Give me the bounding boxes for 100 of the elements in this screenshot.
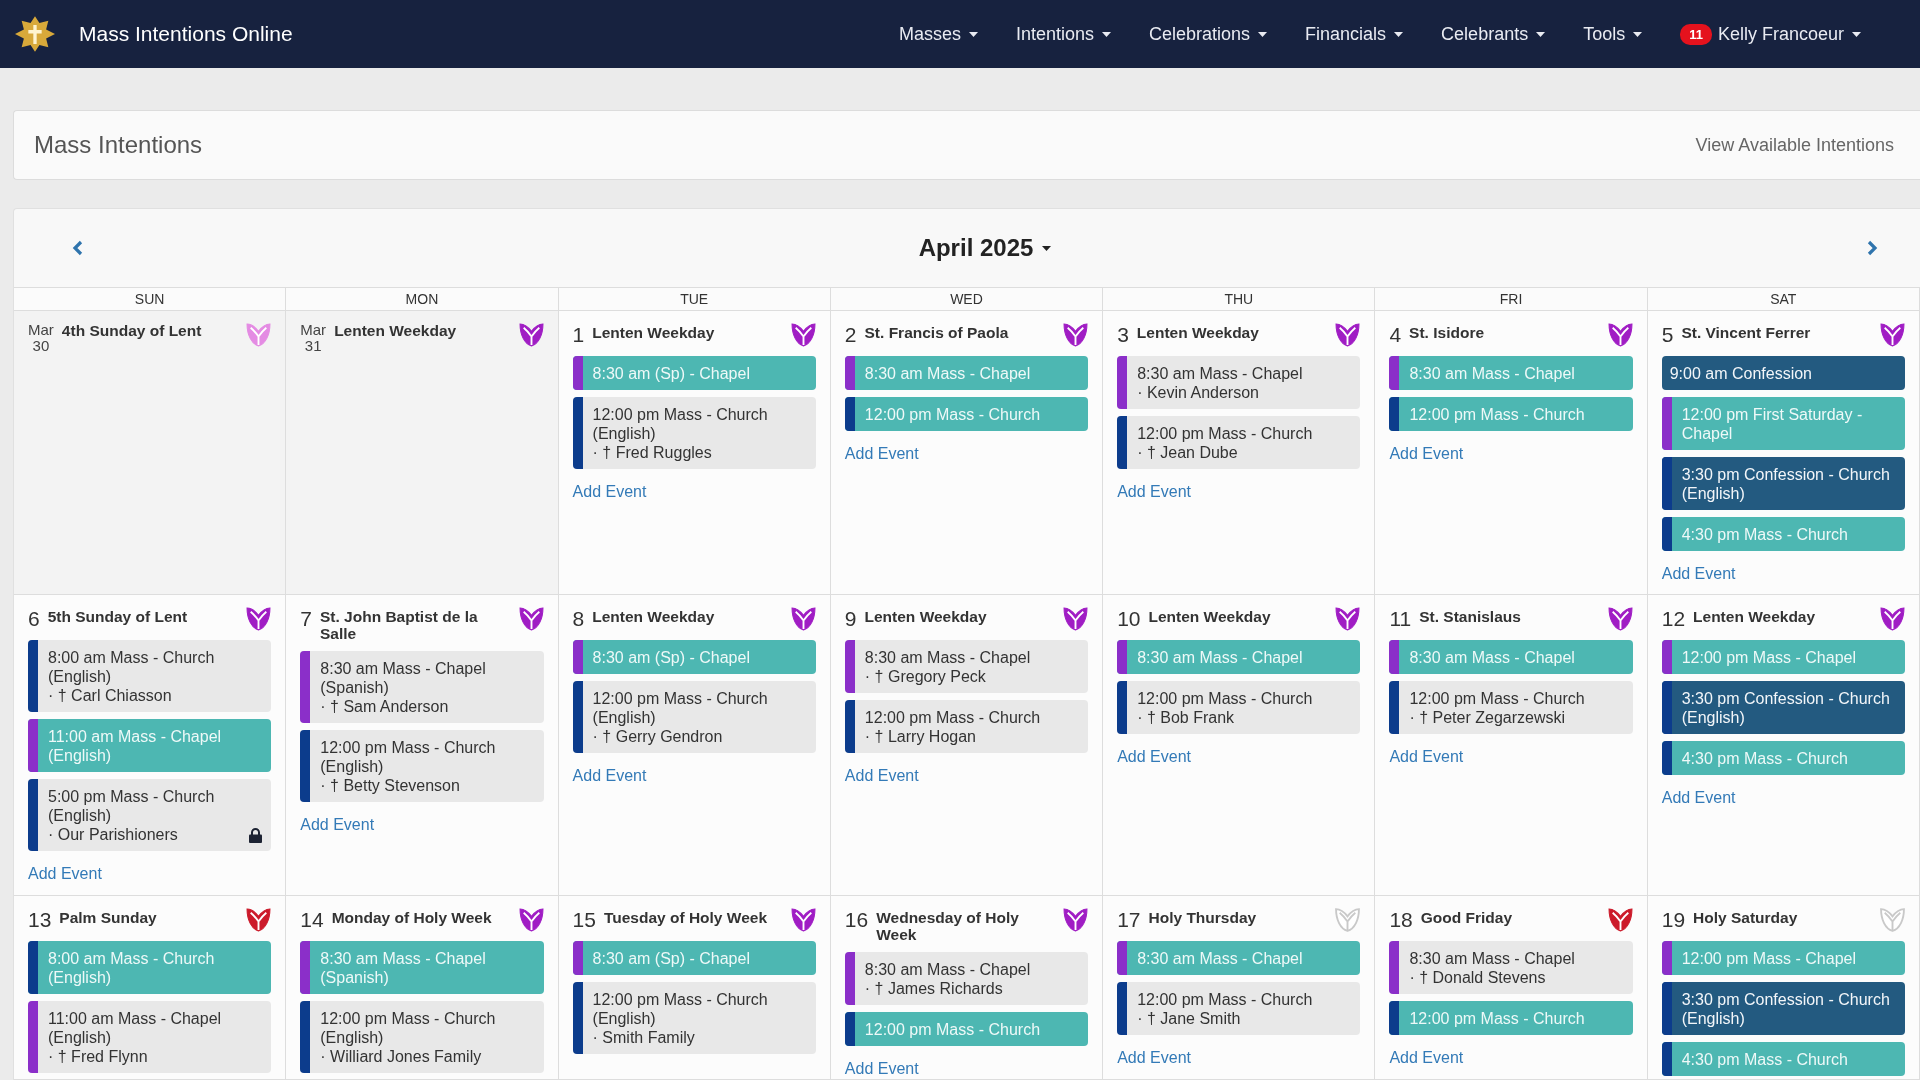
intention-text: · † Sam Anderson bbox=[320, 696, 450, 716]
event-title: 12:00 pm Mass - Chapel bbox=[1681, 948, 1857, 968]
add-event-link[interactable]: Add Event bbox=[300, 815, 375, 835]
event-card[interactable]: 12:00 pm Mass - Church (English) · Williard Jones Family bbox=[300, 1001, 544, 1073]
event-title: 12:00 pm Mass - Church bbox=[1409, 1008, 1586, 1028]
feast-title: St. John Baptist de la Salle bbox=[319, 608, 479, 642]
view-available-intentions-link[interactable]: View Available Intentions bbox=[1695, 134, 1894, 156]
event-card[interactable]: 12:00 pm Mass - Church (English) · Smith Family bbox=[572, 982, 816, 1054]
add-event-link[interactable]: Add Event bbox=[1389, 444, 1464, 464]
chevron-left-icon bbox=[72, 240, 83, 256]
nav-menu-button[interactable]: Celebrants bbox=[1422, 17, 1565, 51]
event-card[interactable]: 12:00 pm Mass - Church (English) · † Fred Ruggles bbox=[572, 397, 816, 469]
event-title: 8:30 am Mass - Chapel bbox=[1137, 363, 1304, 383]
event-card[interactable]: 8:30 am Mass - Chapel · † Donald Stevens bbox=[1389, 941, 1633, 994]
feast-title: 4th Sunday of Lent bbox=[61, 322, 203, 339]
event-title: 12:00 pm First Saturday - Chapel bbox=[1681, 404, 1864, 443]
event-card[interactable]: 12:00 pm Mass - Church · † Jean Dube bbox=[1117, 416, 1361, 469]
event-card[interactable]: 3:30 pm Confession - Church (English) bbox=[1661, 457, 1905, 510]
page-title: Mass Intentions bbox=[34, 131, 203, 159]
add-event-link[interactable]: Add Event bbox=[1117, 482, 1191, 502]
event-title: 8:30 am Mass - Chapel (Spanish) bbox=[320, 948, 487, 987]
day-number: 31 bbox=[304, 338, 322, 354]
event-title: 8:30 am Mass - Chapel bbox=[1409, 363, 1576, 383]
nav-menu-button[interactable]: Celebrations bbox=[1130, 17, 1287, 51]
event-card[interactable]: 12:00 pm Mass - Church (English) · † Gerry Gendron bbox=[572, 681, 816, 753]
event-card[interactable]: 8:30 am Mass - Chapel · † Gregory Peck bbox=[844, 640, 1089, 693]
caret-icon bbox=[1394, 31, 1404, 37]
brand-name[interactable]: Mass Intentions Online bbox=[79, 22, 293, 46]
add-event-link[interactable]: Add Event bbox=[572, 482, 647, 502]
intention-text: · † Carl Chiasson bbox=[48, 685, 173, 705]
add-event-link[interactable]: Add Event bbox=[844, 444, 919, 464]
add-event-link[interactable]: Add Event bbox=[572, 766, 647, 786]
month-label: Mar bbox=[28, 322, 54, 338]
add-event-link[interactable]: Add Event bbox=[844, 1059, 919, 1079]
event-card[interactable]: 12:00 pm Mass - Church · † Bob Frank bbox=[1117, 681, 1361, 734]
event-title: 11:00 am Mass - Chapel (English) bbox=[48, 726, 223, 765]
add-event-link[interactable]: Add Event bbox=[1117, 1048, 1191, 1068]
event-title: 8:30 am (Sp) - Chapel bbox=[592, 363, 751, 383]
event-card[interactable]: 8:30 am Mass - Chapel (Spanish) · † Sam Anderson bbox=[300, 651, 544, 723]
event-title: 12:00 pm Mass - Church bbox=[1137, 688, 1314, 708]
event-title: 8:30 am Mass - Chapel bbox=[1409, 647, 1576, 667]
event-title: 12:00 pm Mass - Church bbox=[864, 707, 1042, 727]
event-card[interactable]: 12:00 pm Mass - Church (English) · † Betty Stevenson bbox=[300, 730, 544, 802]
feast-title: 5th Sunday of Lent bbox=[47, 608, 189, 625]
event-title: 3:30 pm Confession - Church (English) bbox=[1681, 464, 1891, 503]
month-label: Mar bbox=[300, 322, 327, 338]
user-menu-button[interactable]: 11 Kelly Francoeur bbox=[1661, 17, 1880, 51]
nav-menu-button[interactable]: Masses bbox=[879, 17, 997, 51]
feast-title: Lenten Weekday bbox=[1136, 324, 1260, 341]
event-title: 8:30 am Mass - Chapel bbox=[1137, 948, 1304, 968]
event-title: 5:00 pm Mass - Church (English) bbox=[48, 786, 216, 825]
event-title: 8:30 am Mass - Chapel bbox=[1409, 948, 1576, 968]
add-event-link[interactable]: Add Event bbox=[1389, 747, 1464, 767]
day-number: 19 bbox=[1661, 907, 1686, 932]
feast-title: Lenten Weekday bbox=[592, 608, 716, 625]
intention-text: · † Peter Zegarzewski bbox=[1409, 707, 1567, 727]
day-number: 6 bbox=[28, 606, 40, 631]
intention-text: · Smith Family bbox=[592, 1027, 696, 1047]
day-number: 5 bbox=[1661, 322, 1674, 347]
intention-text: · Williard Jones Family bbox=[320, 1046, 483, 1066]
event-card[interactable]: 8:30 am Mass - Chapel · Kevin Anderson bbox=[1117, 356, 1361, 409]
event-card[interactable]: 11:00 am Mass - Chapel (English) · † Fred Flynn bbox=[28, 1001, 272, 1073]
event-card[interactable]: 9:00 am Confession bbox=[1661, 356, 1905, 390]
add-event-link[interactable]: Add Event bbox=[844, 766, 919, 786]
event-title: 12:00 pm Mass - Church (English) bbox=[320, 1008, 497, 1047]
event-title: 8:30 am Mass - Chapel bbox=[864, 647, 1032, 667]
intention-text: · † James Richards bbox=[864, 978, 1004, 998]
notification-badge: 11 bbox=[1680, 23, 1712, 45]
add-event-link[interactable]: Add Event bbox=[1661, 564, 1736, 584]
month-picker-button[interactable]: April 2025 bbox=[912, 233, 1058, 263]
feast-title: St. Vincent Ferrer bbox=[1681, 324, 1812, 341]
event-card[interactable]: 12:00 pm Mass - Church · † Jane Smith bbox=[1117, 982, 1361, 1035]
add-event-link[interactable]: Add Event bbox=[1117, 747, 1191, 767]
intention-text: · † Gerry Gendron bbox=[592, 726, 724, 746]
feast-title: Wednesday of Holy Week bbox=[876, 909, 1020, 943]
day-number: 9 bbox=[844, 606, 857, 631]
nav-menu-button[interactable]: Intentions bbox=[996, 17, 1130, 51]
emblem-icon[interactable] bbox=[15, 16, 55, 52]
event-card[interactable]: 5:00 pm Mass - Church (English) · Our Parishioners bbox=[28, 779, 272, 851]
feast-title: Holy Saturday bbox=[1693, 909, 1799, 926]
feast-title: Lenten Weekday bbox=[864, 608, 988, 625]
event-card[interactable]: 12:00 pm Mass - Church · † Peter Zegarzewski bbox=[1389, 681, 1633, 734]
add-event-link[interactable]: Add Event bbox=[28, 864, 102, 884]
caret-icon bbox=[968, 31, 978, 37]
nav-menu-button[interactable]: Financials bbox=[1286, 17, 1423, 51]
add-event-link[interactable]: Add Event bbox=[1389, 1048, 1464, 1068]
add-event-link[interactable]: Add Event bbox=[1661, 788, 1736, 808]
intention-text: · † Gregory Peck bbox=[864, 666, 987, 686]
event-title: 12:00 pm Mass - Chapel bbox=[1681, 647, 1857, 667]
event-card[interactable]: 3:30 pm Confession - Church (English) bbox=[1661, 681, 1905, 734]
feast-title: Lenten Weekday bbox=[334, 322, 458, 339]
event-card[interactable]: 8:30 am Mass - Chapel · † James Richards bbox=[844, 952, 1089, 1005]
day-number: 8 bbox=[572, 606, 585, 631]
event-card[interactable]: 12:00 pm Mass - Church · † Larry Hogan bbox=[844, 700, 1089, 753]
event-title: 3:30 pm Confession - Church (English) bbox=[1681, 989, 1891, 1028]
day-number: 12 bbox=[1661, 606, 1686, 631]
nav-menu-button[interactable]: Tools bbox=[1564, 17, 1662, 51]
event-card[interactable]: 3:30 pm Confession - Church (English) bbox=[1661, 982, 1905, 1035]
event-title: 12:00 pm Mass - Church bbox=[1137, 423, 1314, 443]
event-card[interactable]: 8:00 am Mass - Church (English) · † Carl Chiasson bbox=[28, 640, 272, 712]
